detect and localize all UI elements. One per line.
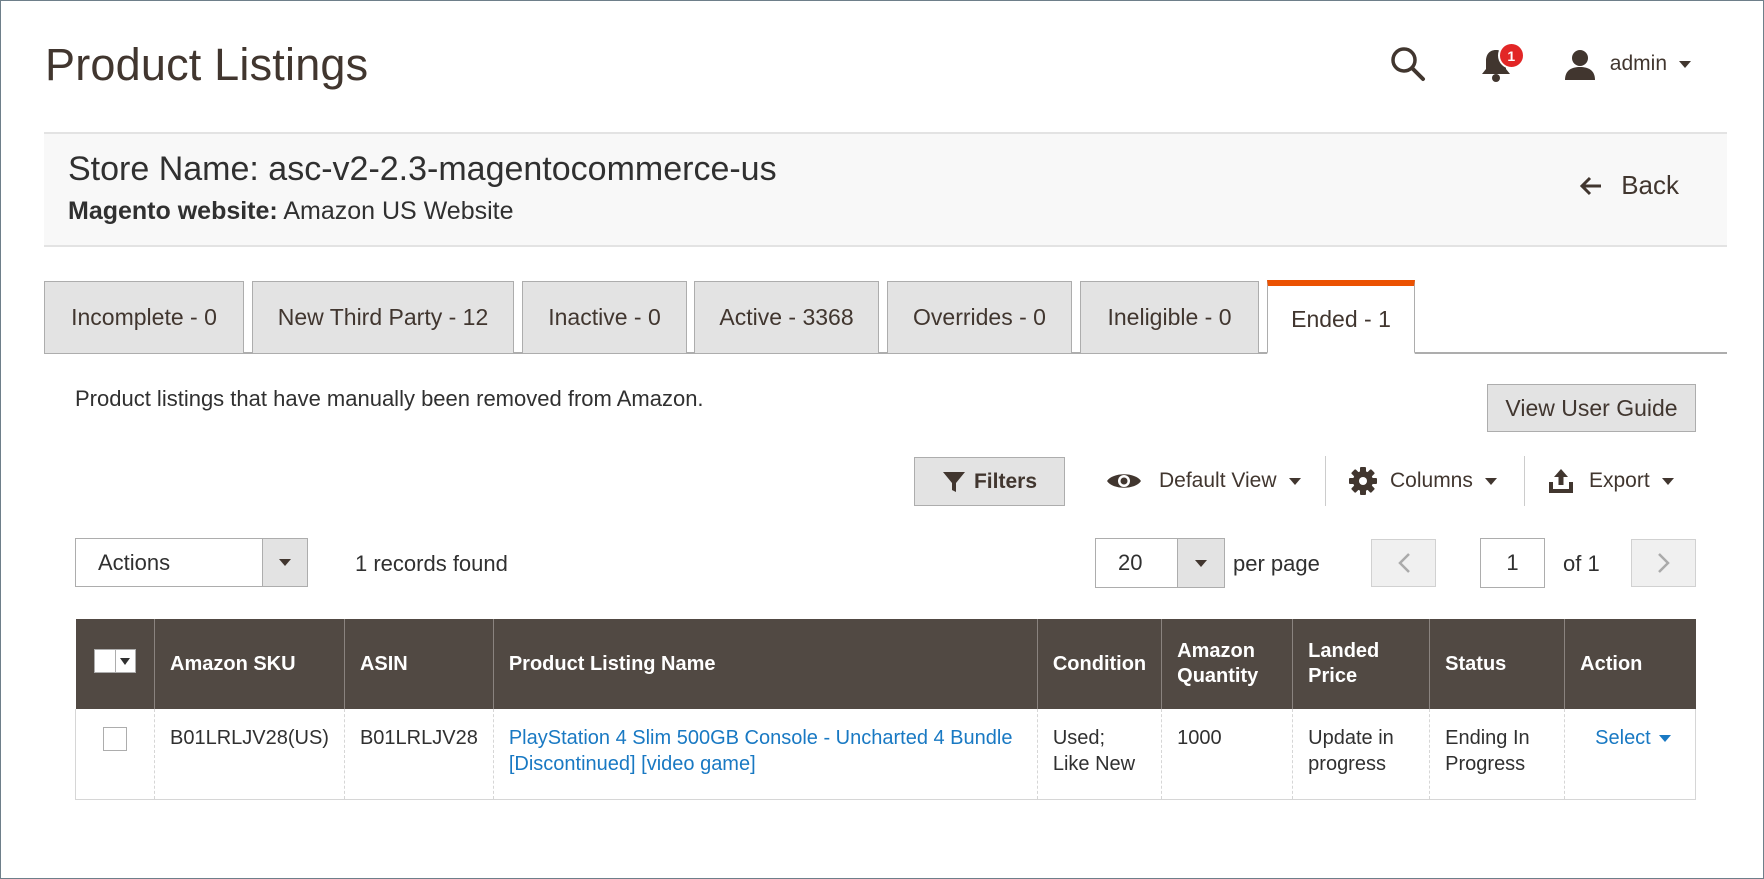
table-row: B01LRLJV28(US) B01LRLJV28 PlayStation 4 … bbox=[75, 709, 1696, 800]
listings-grid: Amazon SKU ASIN Product Listing Name Con… bbox=[75, 619, 1696, 800]
tab-active[interactable]: Active - 3368 bbox=[694, 281, 879, 353]
user-menu[interactable]: admin bbox=[1564, 48, 1691, 80]
tab-overrides[interactable]: Overrides - 0 bbox=[887, 281, 1072, 353]
product-listing-link[interactable]: PlayStation 4 Slim 500GB Console - Uncha… bbox=[509, 727, 1013, 775]
store-website-label: Magento website: bbox=[68, 197, 278, 225]
next-page-button[interactable] bbox=[1631, 539, 1696, 587]
tab-label: Inactive - 0 bbox=[548, 304, 661, 330]
arrow-left-icon bbox=[1580, 176, 1602, 195]
cell-landed-price: Update in progress bbox=[1292, 709, 1431, 800]
checkbox[interactable] bbox=[94, 650, 115, 672]
view-user-guide-button[interactable]: View User Guide bbox=[1487, 384, 1696, 432]
cell-action: Select bbox=[1564, 709, 1696, 800]
column-header-product-listing-name[interactable]: Product Listing Name bbox=[493, 619, 1038, 709]
cell-condition: Used; Like New bbox=[1037, 709, 1163, 800]
tab-description: Product listings that have manually been… bbox=[75, 386, 704, 411]
export-label: Export bbox=[1589, 469, 1650, 492]
listing-tabs: Incomplete - 0 New Third Party - 12 Inac… bbox=[44, 280, 1727, 354]
cell-amazon-quantity: 1000 bbox=[1161, 709, 1294, 800]
toolbar-divider bbox=[1524, 456, 1525, 506]
chevron-down-icon bbox=[1195, 559, 1207, 567]
per-page-value: 20 bbox=[1118, 550, 1143, 575]
eye-icon bbox=[1107, 474, 1141, 488]
row-select-cell bbox=[75, 709, 155, 800]
tab-inactive[interactable]: Inactive - 0 bbox=[522, 281, 687, 353]
cell-product-listing-name: PlayStation 4 Slim 500GB Console - Uncha… bbox=[493, 709, 1038, 800]
chevron-down-icon bbox=[1679, 60, 1691, 68]
per-page-toggle[interactable] bbox=[1177, 539, 1224, 587]
current-page-input[interactable] bbox=[1480, 538, 1545, 588]
tab-label: Ineligible - 0 bbox=[1107, 304, 1232, 330]
tab-label: Active - 3368 bbox=[719, 304, 854, 330]
store-website-value: Amazon US Website bbox=[283, 197, 514, 225]
row-action-label: Select bbox=[1595, 727, 1651, 749]
per-page-select[interactable]: 20 bbox=[1095, 538, 1225, 588]
export-dropdown[interactable]: Export bbox=[1547, 459, 1674, 503]
per-page-label: per page bbox=[1233, 551, 1320, 576]
filters-button[interactable]: Filters bbox=[914, 457, 1065, 506]
chevron-right-icon bbox=[1657, 553, 1670, 573]
tab-ineligible[interactable]: Ineligible - 0 bbox=[1080, 281, 1259, 353]
mass-select-checkbox[interactable] bbox=[93, 649, 136, 673]
default-view-dropdown[interactable]: Default View bbox=[1105, 459, 1301, 503]
chevron-down-icon bbox=[1661, 477, 1674, 485]
column-header-status[interactable]: Status bbox=[1429, 619, 1566, 709]
mass-actions-toggle[interactable] bbox=[262, 539, 307, 586]
chevron-down-icon bbox=[1288, 477, 1301, 485]
tab-label: Overrides - 0 bbox=[913, 304, 1046, 330]
chevron-down-icon bbox=[1484, 477, 1497, 485]
toolbar-divider bbox=[1325, 456, 1326, 506]
row-checkbox[interactable] bbox=[103, 727, 127, 751]
column-header-amazon-quantity[interactable]: Amazon Quantity bbox=[1161, 619, 1294, 709]
header-actions: 1 admin bbox=[1388, 39, 1691, 89]
tab-label: Incomplete - 0 bbox=[71, 304, 217, 330]
mass-actions-label: Actions bbox=[98, 549, 171, 575]
search-icon[interactable] bbox=[1388, 44, 1428, 84]
column-header-condition[interactable]: Condition bbox=[1037, 619, 1163, 709]
store-info-panel: Store Name: asc-v2-2.3-magentocommerce-u… bbox=[44, 132, 1727, 247]
previous-page-button[interactable] bbox=[1371, 539, 1436, 587]
total-pages-label: of 1 bbox=[1563, 551, 1600, 576]
chevron-left-icon bbox=[1397, 553, 1410, 573]
column-header-amazon-sku[interactable]: Amazon SKU bbox=[154, 619, 345, 709]
filter-icon bbox=[942, 471, 965, 492]
grid-header-row: Amazon SKU ASIN Product Listing Name Con… bbox=[75, 619, 1696, 709]
default-view-label: Default View bbox=[1159, 469, 1277, 492]
filters-label: Filters bbox=[973, 469, 1038, 493]
chevron-down-icon bbox=[279, 559, 291, 566]
columns-dropdown[interactable]: Columns bbox=[1348, 459, 1497, 503]
notification-count-badge: 1 bbox=[1497, 42, 1525, 69]
columns-label: Columns bbox=[1390, 469, 1473, 492]
row-action-select[interactable]: Select bbox=[1580, 725, 1671, 751]
user-name: admin bbox=[1609, 52, 1667, 75]
column-header-action: Action bbox=[1564, 619, 1696, 709]
tab-incomplete[interactable]: Incomplete - 0 bbox=[44, 281, 244, 353]
mass-actions-select[interactable]: Actions bbox=[75, 538, 308, 587]
tab-new-third-party[interactable]: New Third Party - 12 bbox=[252, 281, 514, 353]
cell-status: Ending In Progress bbox=[1429, 709, 1566, 800]
chevron-down-icon[interactable] bbox=[114, 650, 135, 672]
chevron-down-icon bbox=[1658, 734, 1671, 742]
gear-icon bbox=[1349, 467, 1377, 495]
tab-ended[interactable]: Ended - 1 bbox=[1267, 280, 1415, 354]
notifications-bell-icon[interactable]: 1 bbox=[1476, 42, 1525, 84]
records-found: 1 records found bbox=[355, 551, 508, 576]
column-header-landed-price[interactable]: Landed Price bbox=[1292, 619, 1431, 709]
tab-label: New Third Party - 12 bbox=[277, 304, 489, 330]
cell-amazon-sku: B01LRLJV28(US) bbox=[154, 709, 345, 800]
back-button[interactable]: Back bbox=[1579, 170, 1679, 201]
page-title: Product Listings bbox=[45, 39, 369, 90]
column-header-asin[interactable]: ASIN bbox=[344, 619, 494, 709]
user-icon bbox=[1564, 50, 1595, 80]
export-icon bbox=[1549, 469, 1573, 493]
cell-asin: B01LRLJV28 bbox=[344, 709, 494, 800]
back-label: Back bbox=[1621, 170, 1679, 200]
mass-select-column bbox=[75, 619, 155, 709]
store-name: Store Name: asc-v2-2.3-magentocommerce-u… bbox=[68, 150, 777, 188]
tab-label: Ended - 1 bbox=[1291, 305, 1391, 332]
store-website: Magento website: Amazon US Website bbox=[68, 197, 514, 226]
